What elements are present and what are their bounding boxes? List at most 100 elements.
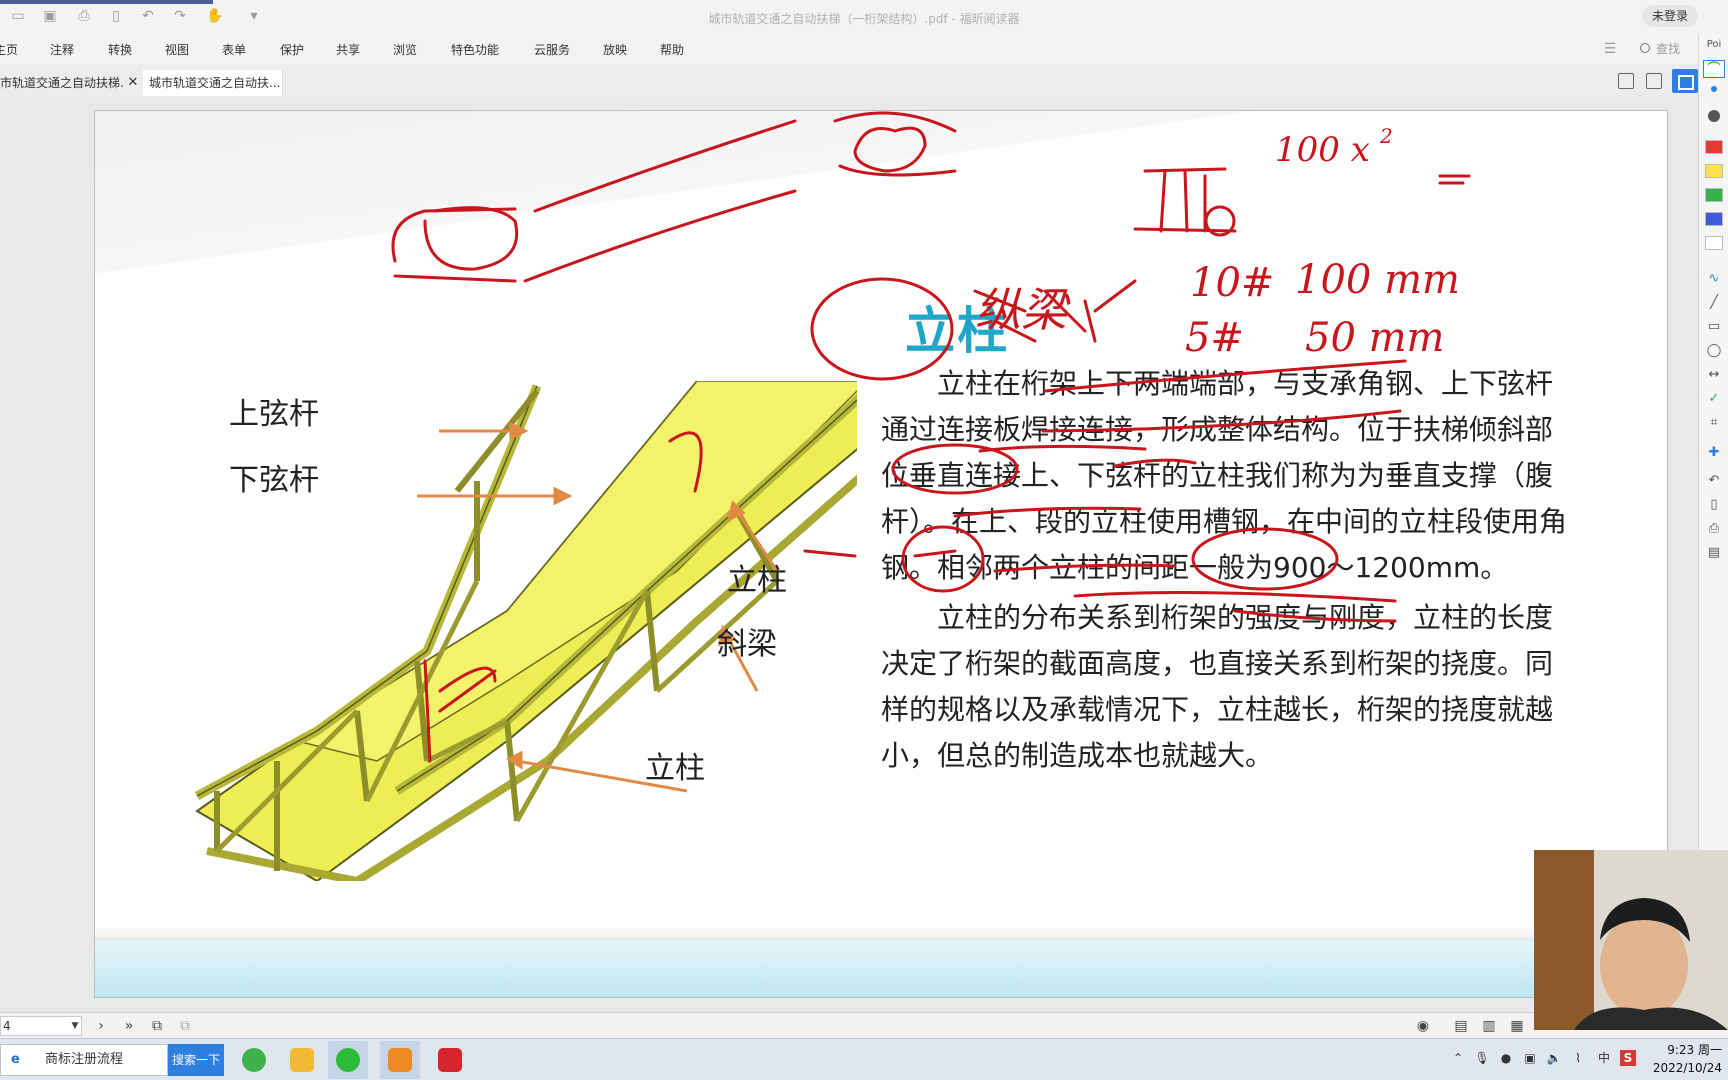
menu-protect[interactable]: 保护	[280, 41, 304, 58]
color-red-swatch[interactable]	[1705, 140, 1723, 154]
tab-document-1[interactable]: 城市轨道交通之自动扶梯...	[0, 70, 124, 96]
menu-home[interactable]: 主页	[0, 41, 18, 58]
wechat-icon	[336, 1048, 360, 1072]
taskbar: e 商标注册流程 搜索一下 ⌃ 🎙 ● ▣ 🔈 ⌇ 中 S 9:23 周一 20…	[0, 1038, 1728, 1080]
volume-icon[interactable]: 🔈	[1546, 1050, 1562, 1066]
color-white-swatch[interactable]	[1705, 236, 1723, 250]
ink-spec2: 5#	[1185, 315, 1244, 361]
search-placeholder: 查找	[1656, 42, 1681, 56]
menu-features[interactable]: 特色功能	[451, 41, 499, 58]
menu-present[interactable]: 放映	[603, 41, 627, 58]
ie-icon: e	[11, 1052, 20, 1067]
tray-app-icon[interactable]: ●	[1498, 1050, 1514, 1066]
arrow-tool-icon[interactable]: ↔	[1703, 366, 1725, 384]
taskbar-app-wechat[interactable]	[328, 1041, 368, 1079]
move-tool-icon[interactable]: ✚	[1703, 444, 1725, 462]
slide-heading: 立柱	[905, 302, 1009, 360]
page-footer-band	[95, 925, 1667, 997]
thick-pen-icon[interactable]	[1708, 110, 1720, 122]
tab-label: 城市轨道交通之自动扶梯...	[0, 76, 124, 90]
clock-time: 9:23 周一	[1667, 1043, 1722, 1057]
search-icon	[1640, 43, 1650, 53]
label-lower-chord: 下弦杆	[229, 463, 319, 498]
presenter-face	[1600, 913, 1688, 1017]
copy-page-icon[interactable]: ⧉	[148, 1016, 166, 1036]
taskbar-app-explorer[interactable]	[282, 1041, 322, 1079]
color-green-swatch[interactable]	[1705, 188, 1723, 202]
clock-date: 2022/10/24	[1652, 1061, 1722, 1075]
page-dropdown-icon[interactable]: ▼	[66, 1016, 84, 1036]
tab-bar: 城市轨道交通之自动扶梯... ✕ 城市轨道交通之自动扶...	[0, 64, 1728, 96]
color-blue-swatch[interactable]	[1705, 212, 1723, 226]
menu-bar: 主页 注释 转换 视图 表单 保护 共享 浏览 特色功能 云服务 放映 帮助 ☰…	[0, 34, 1728, 64]
next-page-icon[interactable]: ›	[92, 1016, 110, 1036]
menu-view[interactable]: 视图	[165, 41, 189, 58]
ellipse-tool-icon[interactable]: ◯	[1703, 342, 1725, 360]
title-bar: ▭ ▣ ⎙ ▯ ↶ ↷ ✋ ▾ 城市轨道交通之自动扶梯（一桁架结构）.pdf -…	[0, 0, 1728, 34]
status-bar: 4 ▼ › » ⧉ ⧉ ◉ ▤ ▥ ▦	[0, 1012, 1728, 1038]
freehand-icon[interactable]: ∿	[1703, 270, 1725, 288]
undo-ink-icon[interactable]: ↶	[1703, 472, 1725, 490]
sogou-ime-icon[interactable]: S	[1620, 1050, 1636, 1066]
taskbar-search-text: 商标注册流程	[45, 1052, 124, 1067]
grid-view-icon[interactable]	[1618, 73, 1634, 89]
active-window-indicator	[0, 0, 213, 4]
window-title: 城市轨道交通之自动扶梯（一桁架结构）.pdf - 福昕阅读器	[708, 12, 1020, 26]
tab-label: 城市轨道交通之自动扶...	[149, 76, 281, 90]
pen-mode-icon[interactable]: ⌒	[1703, 60, 1725, 78]
crop-tool-icon[interactable]: ⌗	[1703, 414, 1725, 432]
taskbar-app-recorder[interactable]	[430, 1041, 470, 1079]
pdf-page: 上弦杆 下弦杆 立柱 斜梁 立柱 立柱 立柱在桁架上下两端端部，与支承角钢、上下…	[94, 110, 1668, 998]
presenter-video	[1534, 850, 1728, 1030]
tab-document-2[interactable]: 城市轨道交通之自动扶...	[143, 70, 283, 96]
new-page-icon[interactable]: ▯	[1703, 496, 1725, 514]
continuous-page-icon[interactable]: ▥	[1480, 1016, 1498, 1036]
taskbar-search-button[interactable]: 搜索一下	[168, 1044, 224, 1076]
line-tool-icon[interactable]: ╱	[1703, 294, 1725, 312]
taskbar-app-browser[interactable]	[234, 1041, 274, 1079]
label-post-right: 立柱	[727, 563, 787, 598]
print-ink-icon[interactable]: ⎙	[1703, 520, 1725, 538]
slide-body: 立柱在桁架上下两端端部，与支承角钢、上下弦杆通过连接板焊接连接，形成整体结构。位…	[881, 361, 1571, 783]
wifi-icon[interactable]: ⌇	[1570, 1050, 1586, 1066]
paragraph-1: 立柱在桁架上下两端端部，与支承角钢、上下弦杆通过连接板焊接连接，形成整体结构。位…	[881, 367, 1568, 584]
microphone-icon[interactable]: 🎙	[1474, 1050, 1490, 1066]
settings-ink-icon[interactable]: ▤	[1703, 544, 1725, 562]
green-browser-icon	[242, 1048, 266, 1072]
thin-pen-icon[interactable]	[1711, 86, 1717, 92]
menu-help[interactable]: 帮助	[660, 41, 684, 58]
check-tool-icon[interactable]: ✓	[1703, 390, 1725, 408]
menu-cloud[interactable]: 云服务	[534, 41, 570, 58]
select-tool-icon[interactable]	[1672, 69, 1698, 93]
taskbar-search-input[interactable]: e 商标注册流程	[0, 1044, 168, 1076]
menu-form[interactable]: 表单	[222, 41, 246, 58]
screen-recorder-icon	[438, 1048, 462, 1072]
find-mode-icon[interactable]: ☰	[1602, 41, 1618, 57]
login-button[interactable]: 未登录	[1641, 5, 1698, 27]
label-diagonal: 斜梁	[717, 627, 777, 662]
reading-mode-icon[interactable]: ◉	[1414, 1016, 1432, 1036]
menu-share[interactable]: 共享	[336, 41, 360, 58]
ink-spec2-size: 50 mm	[1305, 315, 1444, 361]
page-header-decoration	[95, 111, 1667, 291]
wood-cabinet	[1534, 850, 1594, 1030]
color-yellow-swatch[interactable]	[1705, 164, 1723, 178]
facing-page-icon[interactable]: ▦	[1508, 1016, 1526, 1036]
tray-expand-icon[interactable]: ⌃	[1450, 1050, 1466, 1066]
single-page-icon[interactable]: ▤	[1452, 1016, 1470, 1036]
split-view-icon[interactable]: ⧉	[176, 1016, 194, 1036]
last-page-icon[interactable]: »	[120, 1016, 138, 1036]
clock[interactable]: 9:23 周一 2022/10/24	[1653, 1041, 1722, 1077]
label-upper-chord: 上弦杆	[229, 397, 319, 432]
menu-browse[interactable]: 浏览	[393, 41, 417, 58]
menu-comment[interactable]: 注释	[50, 41, 74, 58]
menu-convert[interactable]: 转换	[108, 41, 132, 58]
network-icon[interactable]: ▣	[1522, 1050, 1538, 1066]
ime-indicator[interactable]: 中	[1596, 1050, 1612, 1066]
rectangle-tool-icon[interactable]: ▭	[1703, 318, 1725, 336]
taskbar-app-foxit[interactable]	[380, 1041, 420, 1079]
webcam-overlay	[1534, 850, 1728, 1030]
document-layout-icon[interactable]	[1646, 73, 1662, 89]
close-icon[interactable]: ✕	[126, 70, 140, 96]
strip-title: Poi	[1706, 39, 1722, 50]
